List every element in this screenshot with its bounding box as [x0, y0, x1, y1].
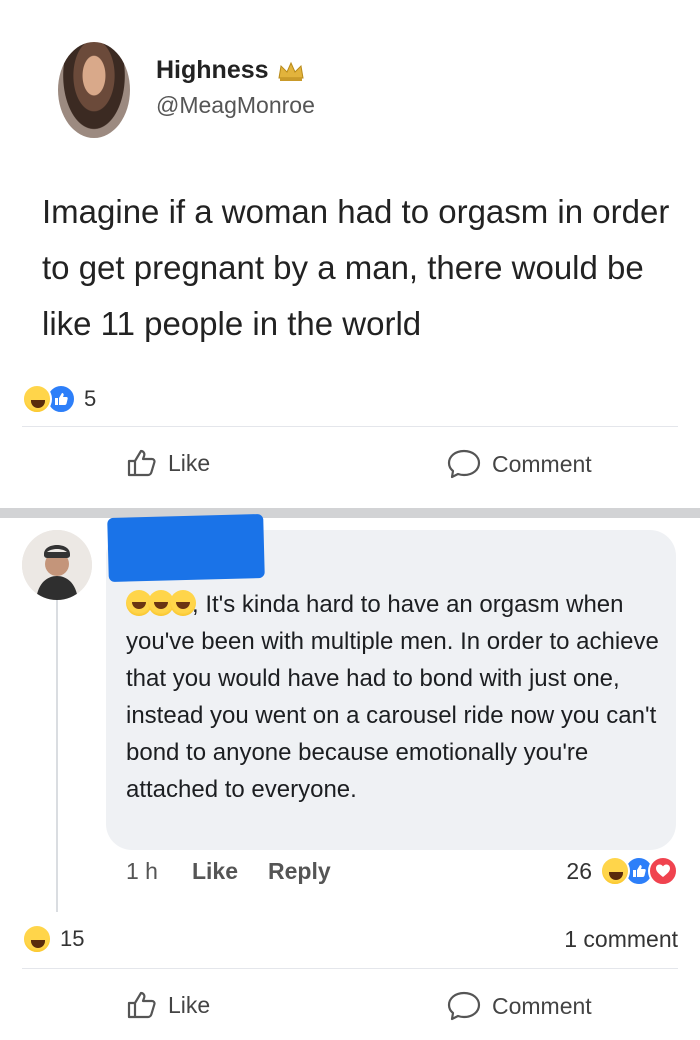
summary-reactions[interactable]: 15	[22, 924, 84, 954]
haha-reaction-icon	[600, 856, 630, 886]
summary-row: 15 1 comment	[22, 924, 678, 958]
divider	[22, 968, 678, 969]
like-button[interactable]: Like	[126, 990, 210, 1020]
comment-body: , It's kinda hard to have an orgasm when…	[126, 591, 659, 803]
haha-reaction-icon	[22, 384, 52, 414]
crown-icon	[277, 61, 304, 81]
comment-icon	[447, 449, 481, 479]
comment-reply-button[interactable]: Reply	[268, 858, 331, 885]
thumbs-up-icon	[127, 449, 156, 477]
reaction-count: 5	[84, 386, 97, 411]
divider	[22, 426, 678, 427]
comment-reaction-count: 26	[566, 857, 592, 884]
post-text: Imagine if a woman had to orgasm in orde…	[42, 193, 670, 342]
author-name-label[interactable]: Highness	[156, 56, 269, 85]
love-reaction-icon	[648, 856, 678, 886]
author-handle[interactable]: @MeagMonroe	[156, 92, 315, 119]
section-divider	[0, 508, 700, 518]
like-label: Like	[168, 991, 211, 1018]
comment-count[interactable]: 1 comment	[564, 926, 678, 953]
summary-reaction-count: 15	[60, 926, 85, 951]
laughing-emoji-icon	[170, 590, 196, 616]
post-reactions[interactable]: 5	[22, 384, 96, 414]
commenter-avatar[interactable]	[22, 530, 92, 600]
author-name[interactable]: Highness	[156, 56, 305, 85]
comment-like-button[interactable]: Like	[192, 858, 238, 885]
comment-label: Comment	[492, 992, 592, 1019]
comment-timestamp[interactable]: 1 h	[126, 858, 158, 885]
comment-label: Comment	[492, 450, 592, 477]
post-header: Highness @MeagMonroe	[58, 42, 658, 138]
haha-reaction-icon	[22, 924, 52, 954]
comment-button[interactable]: Comment	[446, 448, 592, 480]
comment-icon	[447, 991, 481, 1021]
comment-text: , It's kinda hard to have an orgasm when…	[126, 586, 666, 808]
bottom-action-row: Like Comment	[0, 990, 700, 1030]
post-action-row: Like Comment	[0, 448, 700, 488]
comment-button[interactable]: Comment	[446, 990, 592, 1022]
comment-meta: 1 h Like Reply	[126, 858, 361, 885]
like-label: Like	[168, 449, 211, 476]
thread-line	[56, 600, 58, 912]
thumbs-up-icon	[127, 991, 156, 1019]
redacted-commenter-name	[107, 513, 265, 583]
like-button[interactable]: Like	[126, 448, 210, 478]
comment-reactions[interactable]: 26	[566, 856, 678, 886]
avatar[interactable]	[58, 42, 130, 138]
